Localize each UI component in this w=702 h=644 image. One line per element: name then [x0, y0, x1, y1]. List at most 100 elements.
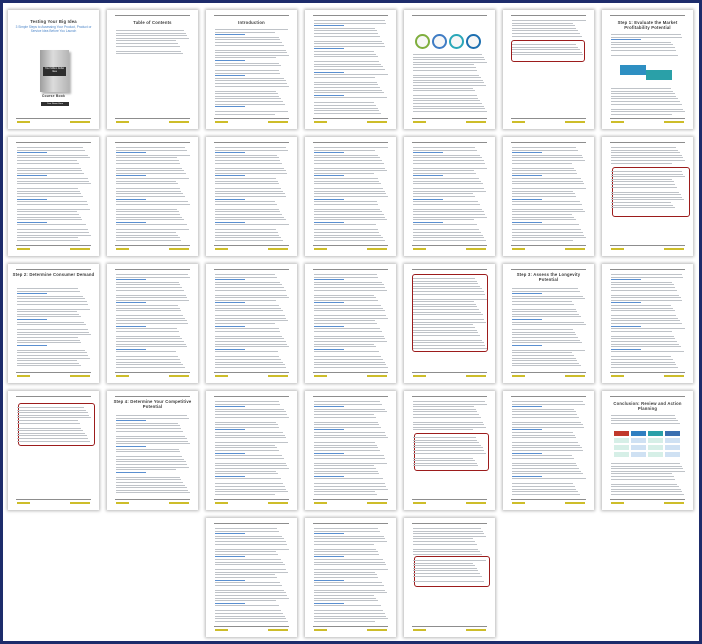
text-line: [314, 84, 378, 86]
page-header-rule: [115, 15, 190, 16]
text-line: [116, 443, 190, 445]
text-line: [413, 416, 481, 418]
text-line: [314, 442, 375, 444]
text-line: [413, 278, 475, 279]
page-footer-rule: [511, 118, 586, 119]
text-line: [314, 43, 384, 45]
document-page[interactable]: [404, 518, 495, 637]
text-line: [116, 351, 176, 353]
page-header-rule: [511, 269, 586, 270]
text-line: [116, 281, 179, 283]
cover-subtitle: 3 Simple Steps to Assessing Your Product…: [15, 25, 92, 33]
text-line: [314, 346, 376, 348]
page-footer-rule: [214, 372, 289, 373]
document-page[interactable]: [404, 10, 495, 129]
document-page[interactable]: [305, 391, 396, 510]
document-page[interactable]: [206, 137, 297, 256]
text-line: [215, 434, 285, 436]
document-page[interactable]: [404, 391, 495, 510]
text-line: [413, 180, 481, 182]
page-footer-rule: [214, 118, 289, 119]
text-line: [215, 39, 280, 41]
text-line: [611, 338, 675, 340]
document-page[interactable]: [206, 391, 297, 510]
document-page[interactable]: Step 2: Determine Consumer Demand: [8, 264, 99, 383]
document-page[interactable]: Testing Your Big Idea 3 Simple Steps to A…: [8, 10, 99, 129]
document-page[interactable]: [107, 264, 198, 383]
text-line: [611, 317, 678, 319]
text-line: [611, 287, 675, 288]
text-line: [512, 27, 576, 29]
text-line: [413, 411, 477, 413]
footer-mark: [314, 121, 327, 123]
document-page[interactable]: Table of Contents: [107, 10, 198, 129]
document-page[interactable]: [404, 137, 495, 256]
text-line: [314, 162, 384, 164]
text-line: [413, 457, 473, 459]
document-page[interactable]: [305, 137, 396, 256]
text-line: [215, 98, 281, 100]
text-line: [512, 149, 578, 151]
document-page[interactable]: Conclusion: Review and Action Planning: [602, 391, 693, 510]
text-line: [17, 422, 80, 424]
text-line: [413, 535, 486, 537]
document-page[interactable]: Step 1: Evaluate the Market Profitabilit…: [602, 10, 693, 129]
text-line: [215, 462, 286, 464]
text-line: [215, 538, 284, 540]
text-line: [17, 344, 47, 346]
document-page[interactable]: Introduction: [206, 10, 297, 129]
document-page[interactable]: [8, 137, 99, 256]
document-page[interactable]: [602, 137, 693, 256]
page-header-rule: [511, 396, 586, 397]
text-line: [215, 475, 245, 477]
text-line: [314, 595, 374, 596]
text-line: [413, 203, 480, 205]
document-page[interactable]: [305, 10, 396, 129]
page-footer-rule: [16, 118, 91, 119]
text-line: [413, 190, 486, 192]
text-line: [215, 77, 284, 79]
text-line: [116, 422, 178, 424]
text-line: [611, 491, 682, 493]
text-line: [314, 574, 377, 576]
text-line: [116, 53, 183, 55]
text-line: [116, 211, 179, 213]
document-page[interactable]: [503, 10, 594, 129]
text-line: [17, 175, 47, 177]
text-line: [215, 406, 245, 408]
text-line: [215, 424, 278, 426]
text-line: [116, 466, 189, 468]
text-line: [314, 411, 387, 413]
document-page[interactable]: [404, 264, 495, 383]
text-line: [116, 32, 186, 34]
text-line: [116, 190, 181, 192]
text-line: [215, 437, 286, 439]
text-line: [512, 219, 576, 221]
document-page[interactable]: [503, 137, 594, 256]
text-line: [314, 160, 382, 161]
text-line: [17, 331, 89, 333]
page-footer-rule: [610, 118, 685, 119]
text-line: [17, 316, 81, 318]
text-line: [512, 401, 583, 402]
page-footer-rule: [610, 245, 685, 246]
document-page[interactable]: Step 4: Determine Your Competitive Poten…: [107, 391, 198, 510]
document-page[interactable]: [206, 518, 297, 637]
text-line: [314, 76, 375, 78]
document-page[interactable]: [503, 391, 594, 510]
document-page[interactable]: Step 3: Assess the Longevity Potential: [503, 264, 594, 383]
text-line: [116, 216, 182, 218]
text-line: [116, 479, 181, 481]
document-page[interactable]: [107, 137, 198, 256]
document-page[interactable]: [305, 518, 396, 637]
text-line: [512, 201, 580, 203]
document-page[interactable]: [305, 264, 396, 383]
document-page[interactable]: [602, 264, 693, 383]
document-page[interactable]: [206, 264, 297, 383]
course-label: Course Book: [41, 94, 66, 98]
grid-cell: [665, 431, 680, 436]
text-line: [314, 193, 386, 195]
text-line: [215, 478, 281, 480]
text-line: [512, 232, 583, 233]
document-page[interactable]: [8, 391, 99, 510]
